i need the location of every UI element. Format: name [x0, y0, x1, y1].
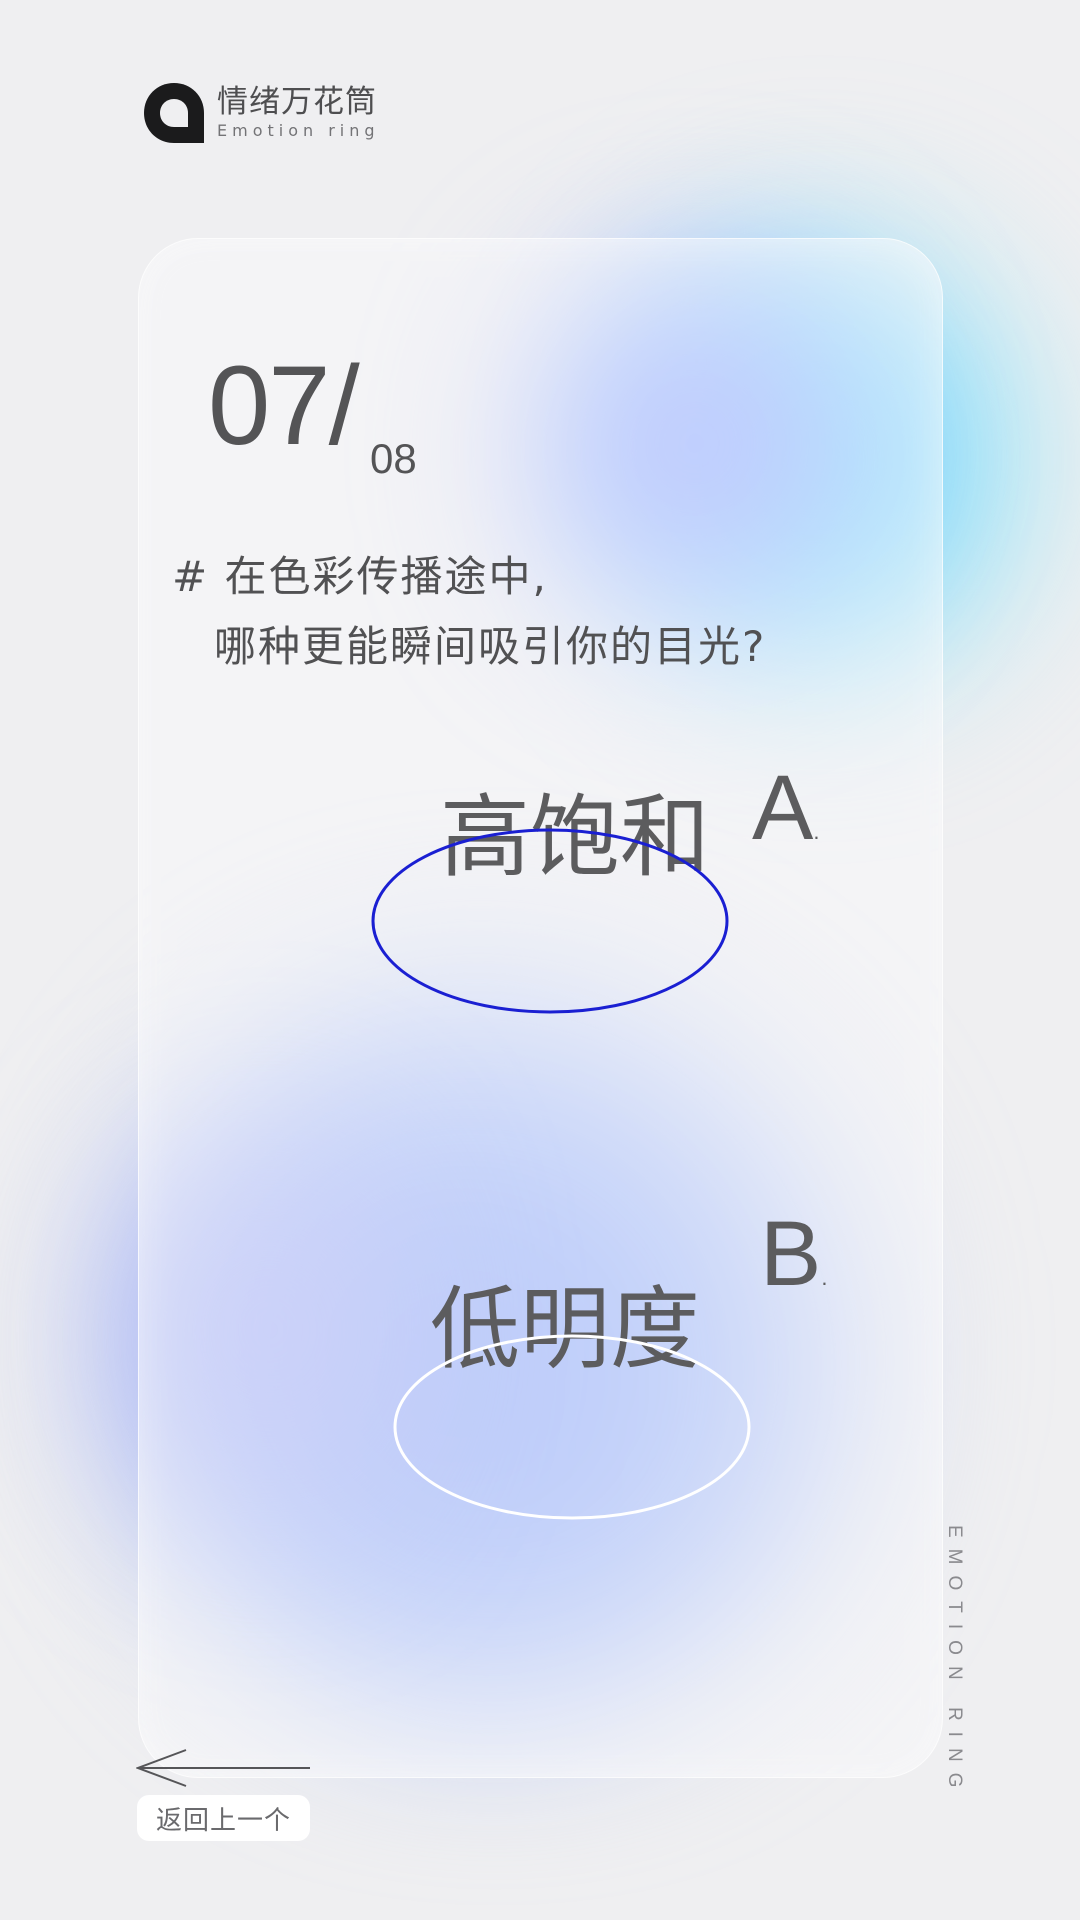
option-a-dot: .: [813, 819, 820, 844]
option-b-ring-ellipse: [393, 1334, 751, 1520]
option-b-letter[interactable]: B.: [760, 1208, 828, 1324]
app-subtitle: Emotion ring: [217, 121, 380, 140]
app-title: 情绪万花筒: [217, 84, 377, 120]
option-a-letter[interactable]: A.: [752, 762, 820, 878]
option-b-ring[interactable]: [392, 1332, 752, 1522]
counter-current: 07/: [208, 343, 360, 468]
option-a-letter-text: A: [752, 757, 814, 859]
app-logo: 情绪万花筒 Emotion ring: [143, 82, 380, 144]
option-b-letter-text: B: [760, 1203, 822, 1305]
back-button[interactable]: 返回上一个: [137, 1795, 310, 1841]
option-b-dot: .: [821, 1265, 828, 1290]
question-line-1: # 在色彩传播途中,: [172, 552, 548, 601]
counter-total: 08: [370, 435, 417, 482]
question-line-2: 哪种更能瞬间吸引你的目光?: [214, 622, 767, 671]
page: 情绪万花筒 Emotion ring 07/ 08 # 在色彩传播途中, 哪种更…: [0, 0, 1080, 1920]
option-a-ring-ellipse: [371, 828, 729, 1014]
question-text: # 在色彩传播途中, 哪种更能瞬间吸引你的目光?: [172, 542, 766, 682]
side-brand-text: EMOTION RING: [944, 1525, 965, 1799]
option-a-ring[interactable]: [370, 826, 730, 1016]
question-counter: 07/ 08: [208, 350, 417, 480]
back-arrow-icon[interactable]: [136, 1748, 312, 1788]
logo-mark-icon: [144, 83, 204, 143]
